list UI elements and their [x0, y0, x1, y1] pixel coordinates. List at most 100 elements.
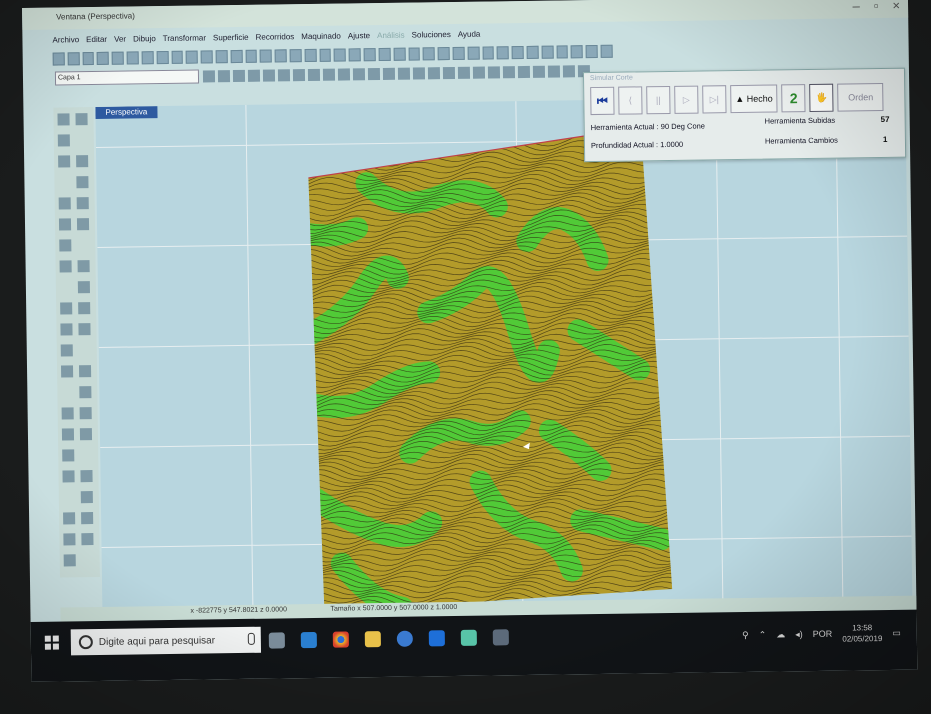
side-tool-icon[interactable] — [79, 386, 92, 399]
toolbar-tool-icon[interactable] — [482, 45, 495, 60]
chevron-up-icon[interactable]: ⌃ — [759, 629, 767, 640]
hand-tool-button[interactable]: 🖐 — [809, 83, 834, 113]
toolbar-tool-icon[interactable] — [442, 66, 456, 80]
network-icon[interactable]: ☁ — [776, 629, 785, 640]
close-button[interactable]: × — [892, 0, 900, 13]
side-tool-icon[interactable] — [58, 218, 72, 231]
toolbar-tool-icon[interactable] — [457, 66, 471, 79]
task-view-icon[interactable] — [268, 632, 285, 649]
toolbar-tool-icon[interactable] — [334, 47, 347, 62]
toolbar-tool-icon[interactable] — [571, 44, 583, 58]
toolbar-tool-icon[interactable] — [547, 65, 561, 78]
toolbar-tool-icon[interactable] — [348, 47, 361, 61]
toolbar-tool-icon[interactable] — [556, 44, 569, 59]
toolbar-tool-icon[interactable] — [141, 50, 154, 64]
toolbar-tool-icon[interactable] — [496, 45, 509, 59]
toolbar-tool-icon[interactable] — [262, 69, 276, 82]
toolbar-tool-icon[interactable] — [230, 49, 243, 63]
toolbar-tool-icon[interactable] — [217, 70, 231, 83]
toolbar-tool-icon[interactable] — [97, 51, 110, 65]
toolbar-tool-icon[interactable] — [277, 69, 291, 82]
side-tool-icon[interactable] — [80, 491, 93, 504]
toolbar-tool-icon[interactable] — [526, 45, 539, 59]
menu-ayuda[interactable]: Ayuda — [458, 29, 481, 38]
toolbar-tool-icon[interactable] — [352, 68, 366, 81]
side-tool-icon[interactable] — [77, 281, 90, 294]
side-tool-icon[interactable] — [57, 113, 70, 126]
side-tool-icon[interactable] — [59, 260, 72, 273]
side-tool-icon[interactable] — [60, 344, 73, 357]
toolbar-tool-icon[interactable] — [82, 51, 95, 65]
toolbar-tool-icon[interactable] — [322, 68, 336, 81]
side-tool-icon[interactable] — [63, 554, 76, 567]
toolbar-tool-icon[interactable] — [126, 50, 139, 65]
toolbar-tool-icon[interactable] — [517, 65, 531, 79]
toolbar-tool-icon[interactable] — [393, 47, 406, 61]
play-button[interactable]: ▷ — [674, 85, 699, 114]
toolbar-tool-icon[interactable] — [274, 48, 287, 62]
side-tool-icon[interactable] — [60, 302, 73, 315]
toolbar-tool-icon[interactable] — [502, 66, 516, 79]
menu-ajuste[interactable]: Ajuste — [348, 31, 370, 40]
maximize-button[interactable]: ▫ — [874, 0, 879, 13]
taskbar-search[interactable]: Digite aqui para pesquisar — [70, 626, 262, 656]
toolbar-tool-icon[interactable] — [156, 50, 169, 64]
side-tool-icon[interactable] — [76, 176, 89, 189]
menu-analisis[interactable]: Análisis — [377, 30, 405, 39]
toolbar-tool-icon[interactable] — [600, 44, 613, 58]
toolbar-tool-icon[interactable] — [304, 48, 317, 62]
side-tool-icon[interactable] — [76, 218, 90, 231]
toolbar-tool-icon[interactable] — [52, 51, 65, 66]
notifications-icon[interactable]: ▭ — [892, 627, 901, 638]
people-icon[interactable]: ⚲ — [742, 629, 749, 640]
toolbar-tool-icon[interactable] — [472, 66, 486, 79]
menu-dibujo[interactable]: Dibujo — [133, 34, 156, 43]
toolbar-tool-icon[interactable] — [397, 67, 411, 80]
language-indicator[interactable]: POR — [813, 629, 833, 639]
pause-button[interactable]: || — [646, 85, 671, 115]
toolbar-tool-icon[interactable] — [202, 70, 216, 83]
menu-transformar[interactable]: Transformar — [163, 33, 206, 43]
edge-icon[interactable] — [300, 631, 317, 649]
toolbar-tool-icon[interactable] — [215, 49, 228, 63]
toolbar-tool-icon[interactable] — [307, 68, 321, 82]
side-tool-icon[interactable] — [63, 533, 76, 546]
toolbar-tool-icon[interactable] — [245, 49, 258, 63]
layer-select[interactable]: Capa 1 — [54, 69, 200, 86]
toolbar-tool-icon[interactable] — [427, 67, 441, 80]
side-tool-icon[interactable] — [79, 428, 93, 441]
toolbar-tool-icon[interactable] — [185, 50, 198, 64]
toolbar-tool-icon[interactable] — [532, 65, 546, 78]
side-tool-icon[interactable] — [61, 407, 74, 420]
cam-app-icon[interactable] — [492, 629, 509, 646]
side-tool-icon[interactable] — [78, 302, 91, 315]
perspective-viewport[interactable]: Perspectiva — [95, 95, 913, 617]
side-tool-icon[interactable] — [75, 113, 88, 126]
toolbar-tool-icon[interactable] — [511, 45, 524, 59]
toolbar-tool-icon[interactable] — [171, 50, 184, 64]
side-tool-icon[interactable] — [61, 428, 75, 441]
viewport-tab-perspectiva[interactable]: Perspectiva — [95, 106, 158, 119]
menu-maquinado[interactable]: Maquinado — [301, 31, 341, 41]
microphone-icon[interactable] — [247, 632, 255, 645]
toolbar-tool-icon[interactable] — [367, 68, 381, 81]
chrome-icon[interactable] — [332, 631, 349, 648]
side-tool-icon[interactable] — [57, 134, 70, 147]
windows-start-icon[interactable] — [44, 635, 59, 650]
side-tool-icon[interactable] — [62, 470, 75, 483]
menu-archivo[interactable]: Archivo — [52, 35, 79, 44]
menu-editar[interactable]: Editar — [86, 34, 107, 43]
side-tool-icon[interactable] — [76, 155, 89, 168]
step-back-button[interactable]: ⟨ — [618, 86, 643, 115]
toolbar-tool-icon[interactable] — [247, 69, 261, 82]
side-tool-icon[interactable] — [60, 323, 73, 336]
side-tool-icon[interactable] — [77, 260, 90, 273]
side-tool-icon[interactable] — [81, 533, 94, 546]
toolbar-tool-icon[interactable] — [319, 48, 332, 62]
toolbar-tool-icon[interactable] — [422, 46, 435, 60]
toolbar-tool-icon[interactable] — [412, 67, 426, 80]
side-tool-icon[interactable] — [62, 449, 75, 462]
toolbar-tool-icon[interactable] — [111, 51, 124, 65]
side-tool-icon[interactable] — [58, 197, 71, 210]
toolbar-tool-icon[interactable] — [541, 45, 554, 59]
